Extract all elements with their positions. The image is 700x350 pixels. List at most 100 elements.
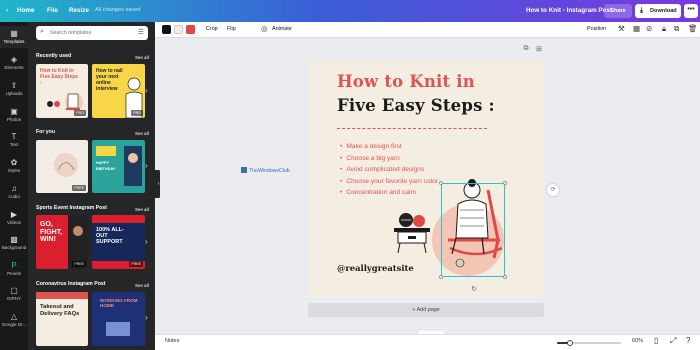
carousel-next-icon[interactable]: › — [145, 86, 148, 95]
elements-icon: ◈ — [10, 55, 18, 64]
windows-logo-icon — [241, 167, 247, 173]
duplicate-page-icon[interactable]: ⧉ — [521, 45, 531, 55]
list-item: Concentration and calm — [340, 187, 438, 199]
file-menu[interactable]: File — [47, 7, 58, 14]
color-swatch[interactable] — [162, 25, 171, 34]
more-options-button[interactable]: ••• — [684, 4, 698, 18]
design-title-line-2[interactable]: Five Easy Steps : — [337, 96, 495, 115]
color-swatch[interactable] — [186, 25, 195, 34]
template-thumbnail[interactable]: Takeout and Delivery FAQs — [36, 292, 88, 346]
photo-icon: ▣ — [10, 107, 18, 116]
list-item: Avoid complicated designs — [340, 164, 438, 176]
rail-item-styles[interactable]: ✿ Styles — [0, 156, 28, 176]
template-thumbnail[interactable]: 100% ALL-OUT SUPPORT FREE — [92, 215, 145, 269]
duplicate-icon[interactable]: ⧉ — [674, 24, 679, 34]
page-count-icon[interactable]: ▯ — [654, 336, 658, 345]
rail-label: Templates — [3, 39, 25, 44]
rail-item-elements[interactable]: ◈ Elements — [0, 53, 28, 73]
audio-icon: ♫ — [11, 184, 17, 193]
help-icon[interactable]: ? — [686, 336, 690, 345]
filter-icon[interactable]: ☰ — [138, 28, 144, 36]
transparency-icon[interactable]: ▦ — [633, 24, 640, 33]
rail-label: Background — [1, 245, 27, 250]
see-all-link[interactable]: See all — [135, 207, 149, 212]
rail-item-pexels[interactable]: P Pexels — [0, 259, 28, 279]
back-chevron-icon[interactable]: ‹ — [6, 7, 8, 14]
position-button[interactable]: Position — [587, 26, 606, 32]
see-all-link[interactable]: See all — [135, 283, 149, 288]
background-icon: ▩ — [10, 235, 18, 244]
text-icon: T — [11, 132, 17, 141]
template-thumbnail[interactable]: FREE — [36, 140, 88, 193]
rail-item-text[interactable]: T Text — [0, 130, 28, 150]
add-page-button[interactable]: + Add page — [308, 303, 544, 317]
template-thumbnail[interactable]: GO, FIGHT, WIN! FREE — [36, 215, 88, 269]
carousel-next-icon[interactable]: › — [145, 161, 148, 170]
color-swatch[interactable] — [174, 25, 183, 34]
download-label: Download — [650, 8, 677, 14]
social-handle[interactable]: @reallygreatsite — [337, 263, 414, 273]
section-title-coronavirus: Coronavirus Instagram Post — [36, 281, 106, 287]
rail-item-templates[interactable]: ▦ Templates — [0, 26, 28, 48]
delivery-illustration-icon — [36, 292, 88, 299]
resize-handle[interactable] — [503, 275, 507, 279]
save-status: All changes saved — [95, 7, 141, 13]
rail-item-giphy[interactable]: ▢ GIPHY — [0, 284, 28, 304]
rail-label: Pexels — [7, 271, 21, 276]
resize-handle[interactable] — [503, 181, 507, 185]
rail-label: Styles — [7, 168, 21, 173]
link-icon[interactable]: ⊘ — [646, 24, 652, 33]
free-badge: FREE — [72, 261, 86, 267]
animate-button[interactable]: Animate — [272, 26, 292, 32]
rail-item-photos[interactable]: ▣ Photos — [0, 105, 28, 125]
paint-roller-icon[interactable]: ⚒ — [618, 24, 625, 33]
rail-item-uploads[interactable]: ⇪ Uploads — [0, 79, 28, 99]
trash-icon[interactable]: 🗑︎ — [688, 24, 698, 33]
free-badge: FREE — [72, 185, 86, 191]
rail-item-audio[interactable]: ♫ Audio — [0, 182, 28, 202]
rail-label: Uploads — [5, 91, 23, 96]
video-icon: ▶ — [10, 210, 18, 219]
carousel-next-icon[interactable]: › — [145, 313, 148, 322]
template-thumbnail[interactable]: WORKING FROM HOME — [92, 292, 145, 346]
steps-list[interactable]: Make a design first Choose a big yarn Av… — [340, 141, 438, 199]
free-badge: FREE — [129, 261, 143, 267]
template-thumbnail[interactable]: HAPPY BIRTHDAY — [92, 140, 145, 193]
zoom-slider[interactable] — [557, 340, 621, 346]
resize-handle[interactable] — [439, 181, 443, 185]
see-all-link[interactable]: See all — [135, 131, 149, 136]
rail-item-videos[interactable]: ▶ Videos — [0, 208, 28, 228]
lock-icon[interactable]: 🔒︎ — [662, 24, 666, 34]
flip-button[interactable]: Flip — [227, 26, 236, 32]
carousel-next-icon[interactable]: › — [145, 237, 148, 246]
rail-item-google-drive[interactable]: △ Google Dr... — [0, 310, 28, 330]
styles-icon: ✿ — [10, 158, 18, 167]
share-button[interactable]: Share — [604, 4, 632, 18]
list-item: Choose a big yarn — [340, 153, 438, 165]
document-title[interactable]: How to Knit - Instagram Post — [526, 7, 612, 14]
resize-button[interactable]: Resize — [69, 7, 89, 14]
rail-item-background[interactable]: ▩ Background — [0, 233, 28, 253]
add-page-icon[interactable]: ⊞ — [534, 45, 544, 55]
rotate-handle-icon[interactable]: ↻ — [469, 285, 479, 295]
download-button[interactable]: ⤓ Download — [635, 4, 681, 18]
design-title-line-1[interactable]: How to Knit in — [337, 72, 475, 91]
section-title-sports-event: Sports Event Instagram Post — [36, 205, 107, 211]
rail-label: Photos — [6, 117, 22, 122]
laptop-illustration-icon — [106, 322, 130, 336]
search-icon: ⌕ — [40, 28, 44, 35]
see-all-link[interactable]: See all — [135, 55, 149, 60]
comment-button[interactable]: ⟳ — [547, 184, 559, 196]
template-thumbnail[interactable]: How to nail your next online interview P… — [92, 64, 145, 118]
rail-label: Text — [9, 142, 19, 147]
crop-button[interactable]: Crop — [206, 26, 218, 32]
search-input[interactable] — [50, 28, 130, 38]
resize-handle[interactable] — [439, 275, 443, 279]
home-button[interactable]: Home — [17, 7, 35, 14]
notes-button[interactable]: Notes — [165, 338, 179, 344]
top-bar: ‹ Home File Resize All changes saved How… — [0, 0, 700, 22]
zoom-level[interactable]: 60% — [632, 338, 643, 344]
fullscreen-icon[interactable]: ⤢ — [670, 336, 676, 346]
selection-box[interactable] — [441, 183, 505, 277]
template-thumbnail[interactable]: How to Knit in Five Easy Steps : PRO — [36, 64, 88, 118]
